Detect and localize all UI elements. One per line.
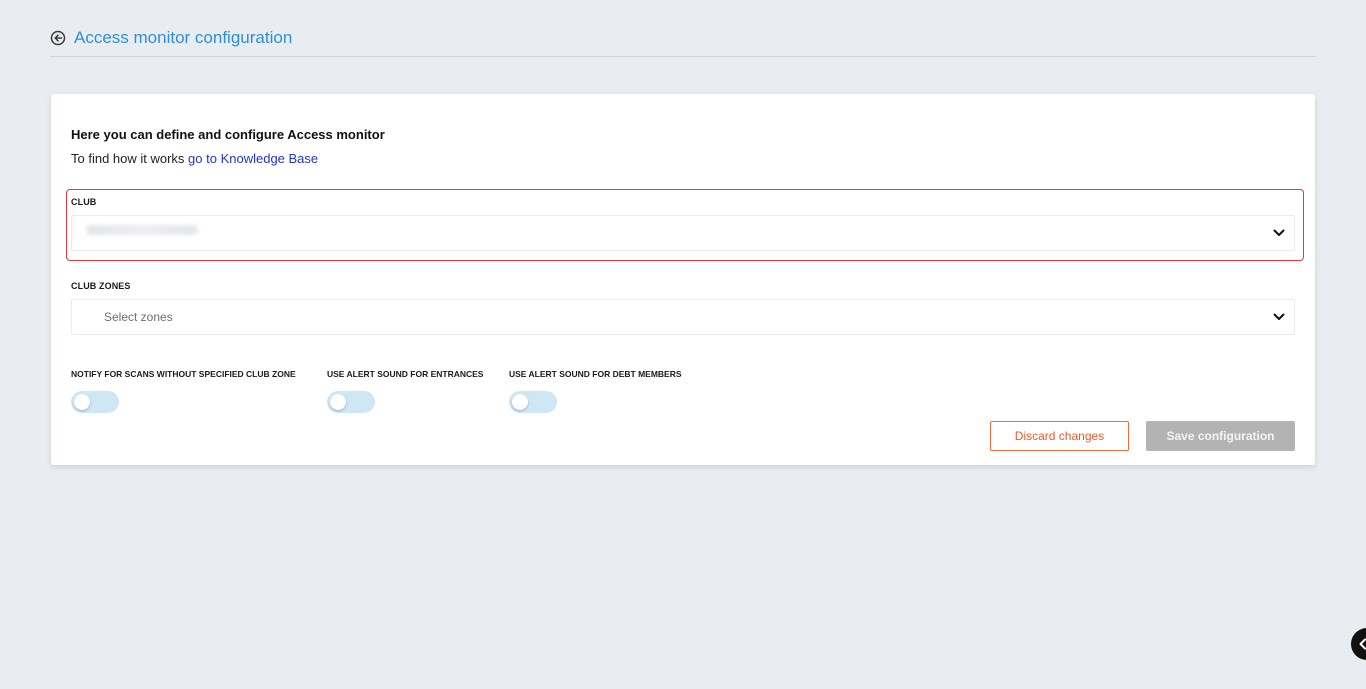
intro-text: To find how it works go to Knowledge Bas… <box>71 151 318 166</box>
discard-changes-button[interactable]: Discard changes <box>990 421 1129 451</box>
club-select[interactable] <box>71 215 1295 251</box>
toggle-knob <box>512 394 528 410</box>
toggle-alert-debt-label: USE ALERT SOUND FOR DEBT MEMBERS <box>509 369 682 379</box>
page-title: Access monitor configuration <box>74 28 293 47</box>
toggle-knob <box>74 394 90 410</box>
club-select-value <box>86 225 198 235</box>
toggle-knob <box>330 394 346 410</box>
intro-title: Here you can define and configure Access… <box>71 127 385 142</box>
intro-text-prefix: To find how it works <box>71 151 189 166</box>
notify-scans-toggle[interactable] <box>71 391 119 413</box>
toggle-notify-scans: NOTIFY FOR SCANS WITHOUT SPECIFIED CLUB … <box>71 369 296 413</box>
save-configuration-button[interactable]: Save configuration <box>1146 421 1295 451</box>
floating-toggle-button[interactable] <box>1351 628 1366 660</box>
alert-debt-toggle[interactable] <box>509 391 557 413</box>
chevron-down-icon <box>1272 310 1286 324</box>
chevron-left-icon <box>1359 638 1366 650</box>
knowledge-base-link[interactable]: go to Knowledge Base <box>188 151 318 166</box>
chevron-down-icon <box>1272 226 1286 240</box>
toggle-notify-scans-label: NOTIFY FOR SCANS WITHOUT SPECIFIED CLUB … <box>71 369 296 379</box>
club-label: CLUB <box>71 197 97 207</box>
club-zones-label: CLUB ZONES <box>71 281 131 291</box>
toggle-alert-entrances: USE ALERT SOUND FOR ENTRANCES <box>327 369 484 413</box>
back-arrow-icon[interactable] <box>50 30 66 46</box>
page-header: Access monitor configuration <box>50 26 1316 57</box>
config-card: Here you can define and configure Access… <box>51 94 1315 465</box>
toggle-alert-entrances-label: USE ALERT SOUND FOR ENTRANCES <box>327 369 484 379</box>
toggle-alert-debt: USE ALERT SOUND FOR DEBT MEMBERS <box>509 369 682 413</box>
alert-entrances-toggle[interactable] <box>327 391 375 413</box>
club-zones-select[interactable]: Select zones <box>71 299 1295 335</box>
club-zones-placeholder: Select zones <box>104 310 173 324</box>
